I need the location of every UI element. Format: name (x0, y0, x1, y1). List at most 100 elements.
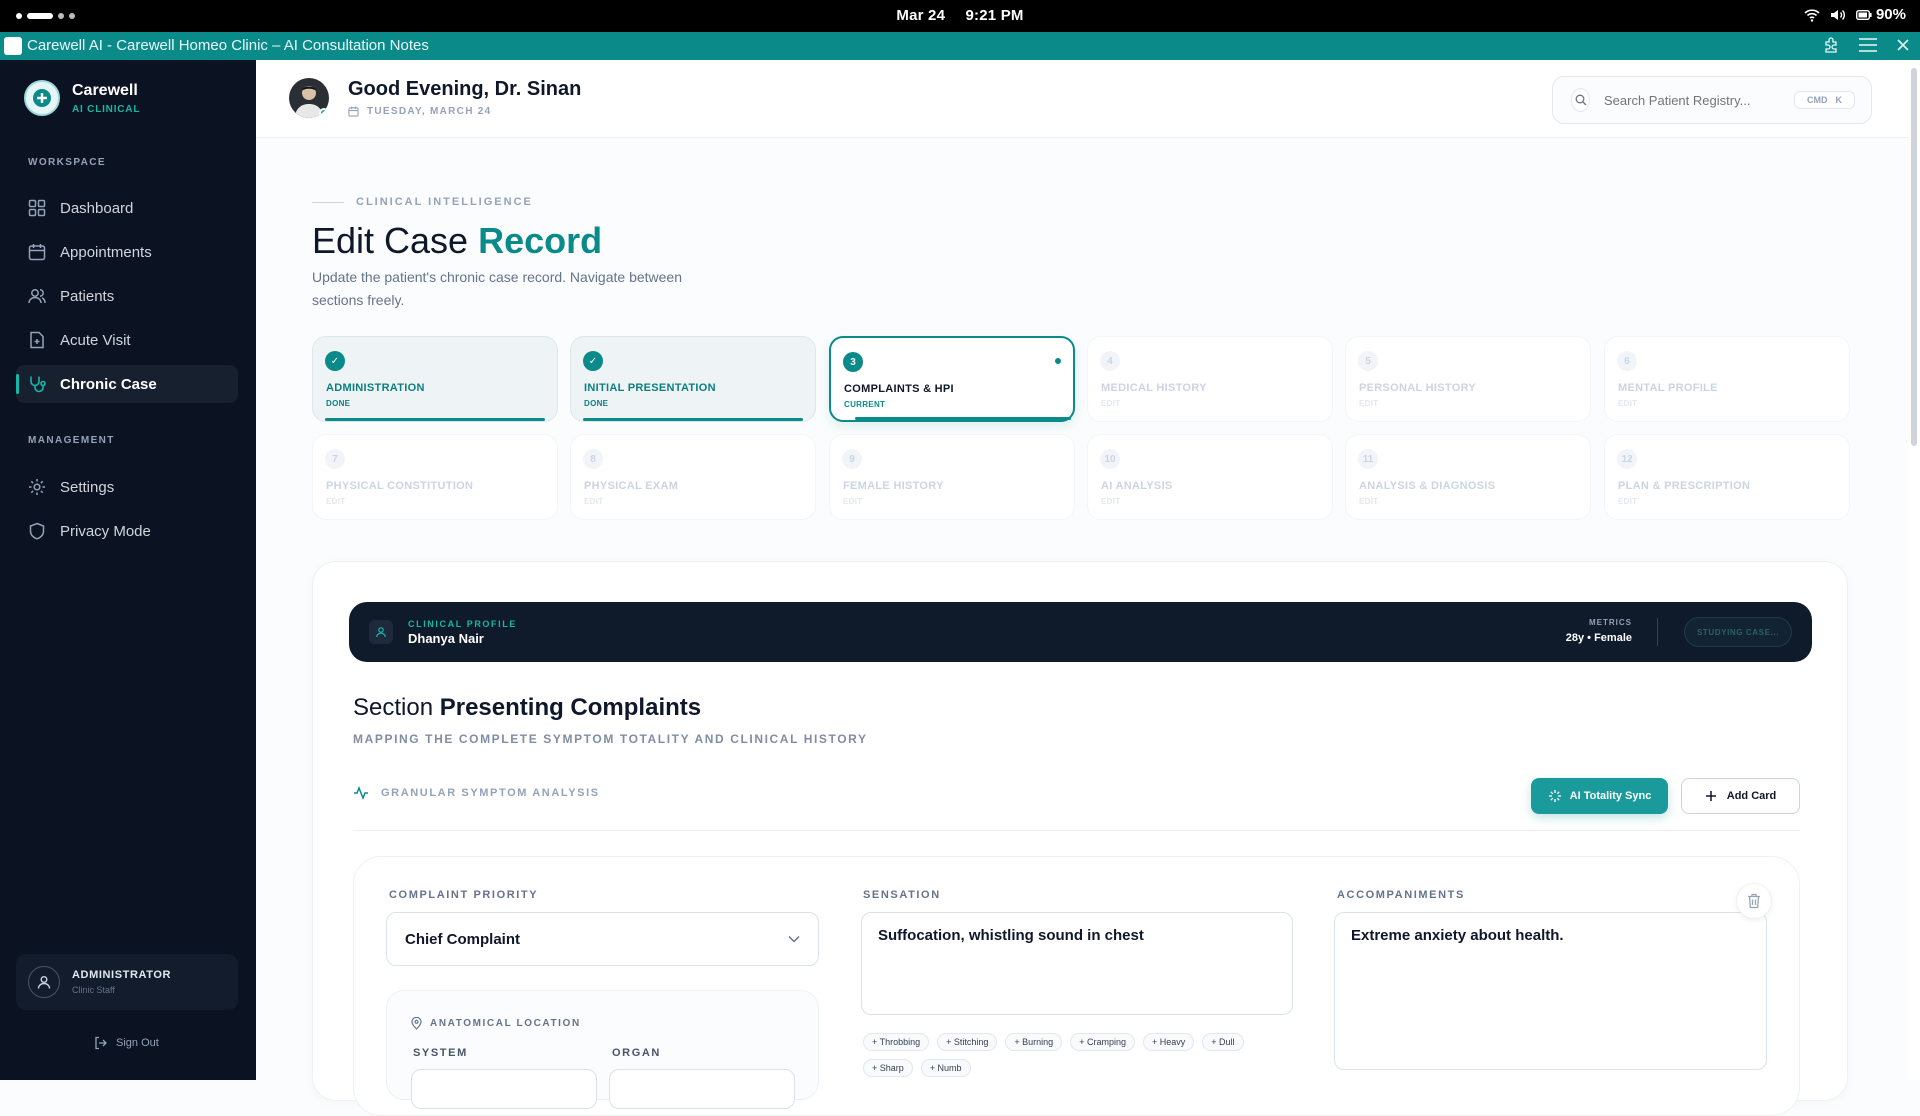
accompaniments-label: ACCOMPANIMENTS (1337, 889, 1465, 901)
step-status: EDIT (326, 497, 346, 506)
step-progress-bar (583, 418, 803, 421)
system-select[interactable] (411, 1069, 597, 1109)
page-eyebrow: CLINICAL INTELLIGENCE (312, 196, 533, 208)
step-status: EDIT (1618, 497, 1638, 506)
system-tray: 90% (1804, 6, 1906, 23)
delete-card-button[interactable] (1736, 883, 1772, 919)
window-title-bar: Carewell AI - Carewell Homeo Clinic – AI… (0, 32, 1920, 60)
wifi-icon[interactable] (1804, 8, 1820, 22)
sensation-textarea[interactable]: Suffocation, whistling sound in chest (861, 912, 1293, 1015)
battery-level: 90% (1875, 6, 1906, 23)
step-personal-history[interactable]: 5 PERSONAL HISTORY EDIT (1345, 336, 1591, 422)
divider (1657, 618, 1658, 646)
step-physical-exam[interactable]: 8 PHYSICAL EXAM EDIT (570, 434, 816, 520)
step-label: MENTAL PROFILE (1618, 382, 1718, 394)
map-pin-icon (411, 1017, 422, 1030)
step-status: EDIT (843, 497, 863, 506)
location-title-text: ANATOMICAL LOCATION (430, 1018, 581, 1029)
step-progress-bar (855, 417, 1071, 420)
granular-analysis-header: GRANULAR SYMPTOM ANALYSIS (353, 786, 600, 800)
sparkles-icon (1548, 789, 1562, 803)
section-subtitle: MAPPING THE COMPLETE SYMPTOM TOTALITY AN… (353, 732, 868, 746)
page-description: Update the patient's chronic case record… (312, 269, 683, 308)
step-plan-prescription[interactable]: 12 PLAN & PRESCRIPTION EDIT (1604, 434, 1850, 520)
volume-icon[interactable] (1830, 8, 1846, 22)
scrollbar-thumb[interactable] (1911, 68, 1917, 446)
step-physical-constitution[interactable]: 7 PHYSICAL CONSTITUTION EDIT (312, 434, 558, 520)
sensation-chip[interactable]: + Numb (920, 1059, 971, 1077)
patient-search[interactable]: CMD K (1552, 76, 1872, 124)
sidebar-item-privacy-mode[interactable]: Privacy Mode (16, 512, 238, 550)
sidebar-item-appointments[interactable]: Appointments (16, 233, 238, 271)
step-medical-history[interactable]: 4 MEDICAL HISTORY EDIT (1087, 336, 1333, 422)
step-administration[interactable]: ✓ ADMINISTRATION DONE (312, 336, 558, 422)
user-role: ADMINISTRATOR (72, 969, 172, 981)
trash-icon (1747, 893, 1761, 909)
sign-out-button[interactable]: Sign Out (94, 1036, 159, 1050)
sensation-chip[interactable]: + Cramping (1070, 1033, 1135, 1051)
complaint-priority-select[interactable]: Chief Complaint (386, 912, 819, 966)
sensation-chip[interactable]: + Burning (1005, 1033, 1063, 1051)
priority-value: Chief Complaint (405, 930, 520, 948)
step-number: 8 (583, 449, 603, 469)
sidebar-item-patients[interactable]: Patients (16, 277, 238, 315)
sensation-chip[interactable]: + Dull (1202, 1033, 1244, 1051)
organ-label: ORGAN (612, 1047, 661, 1059)
step-initial-presentation[interactable]: ✓ INITIAL PRESENTATION DONE (570, 336, 816, 422)
studying-case-button[interactable]: STUDYING CASE... (1684, 617, 1792, 647)
add-card-button[interactable]: Add Card (1681, 778, 1800, 814)
sidebar-item-dashboard[interactable]: Dashboard (16, 189, 238, 227)
sensation-chip[interactable]: + Throbbing (863, 1033, 930, 1051)
close-icon[interactable] (1896, 38, 1910, 52)
ai-totality-sync-button[interactable]: AI Totality Sync (1531, 778, 1668, 814)
file-plus-icon (28, 331, 46, 349)
sidebar-item-label: Settings (60, 478, 115, 496)
page-title-lead: Edit Case (312, 220, 469, 261)
step-number: 5 (1358, 351, 1378, 371)
management-section-label: MANAGEMENT (28, 435, 115, 446)
plus-icon (1705, 790, 1717, 802)
sidebar-item-label: Dashboard (60, 199, 134, 217)
step-ai-analysis[interactable]: 10 AI ANALYSIS EDIT (1087, 434, 1333, 520)
step-female-history[interactable]: 9 FEMALE HISTORY EDIT (829, 434, 1075, 520)
sensation-chip[interactable]: + Stitching (937, 1033, 998, 1051)
step-status: EDIT (1359, 497, 1379, 506)
online-status-indicator (319, 108, 329, 118)
clock: Mar 24 9:21 PM (0, 7, 1920, 24)
extensions-icon[interactable] (1822, 36, 1840, 54)
step-mental-profile[interactable]: 6 MENTAL PROFILE EDIT (1604, 336, 1850, 422)
sensation-chip[interactable]: + Heavy (1142, 1033, 1195, 1051)
search-icon (1571, 88, 1590, 112)
brand-name: Carewell (72, 81, 138, 99)
step-label: PHYSICAL CONSTITUTION (326, 480, 474, 492)
step-status: EDIT (1618, 399, 1638, 408)
step-analysis-diagnosis[interactable]: 11 ANALYSIS & DIAGNOSIS EDIT (1345, 434, 1591, 520)
sidebar-item-settings[interactable]: Settings (16, 468, 238, 506)
user-card[interactable]: ADMINISTRATOR Clinic Staff (16, 954, 238, 1010)
step-number: 9 (842, 449, 862, 469)
doctor-avatar[interactable] (289, 78, 329, 118)
users-icon (28, 287, 46, 305)
search-input[interactable] (1604, 92, 1780, 108)
logout-icon (94, 1036, 108, 1050)
sidebar-item-acute-visit[interactable]: Acute Visit (16, 321, 238, 359)
patient-icon (369, 620, 393, 644)
step-label: ANALYSIS & DIAGNOSIS (1359, 480, 1496, 492)
eyebrow-text: CLINICAL INTELLIGENCE (356, 196, 533, 208)
workspace-section-label: WORKSPACE (28, 157, 106, 168)
menu-icon[interactable] (1858, 37, 1878, 53)
sidebar-item-chronic-case[interactable]: Chronic Case (16, 365, 238, 403)
window-title: Carewell AI - Carewell Homeo Clinic – AI… (27, 37, 429, 54)
check-icon: ✓ (583, 351, 603, 371)
step-number: 6 (1617, 351, 1637, 371)
brand[interactable]: Carewell AI CLINICAL (24, 80, 140, 116)
page-scrollbar[interactable] (1908, 60, 1920, 1080)
organ-select[interactable] (609, 1069, 795, 1109)
profile-kicker: CLINICAL PROFILE (408, 619, 517, 629)
step-complaints-hpi[interactable]: 3 COMPLAINTS & HPI CURRENT (829, 336, 1075, 422)
patient-name: Dhanya Nair (408, 631, 484, 646)
step-status: EDIT (1359, 399, 1379, 408)
battery-indicator[interactable]: 90% (1855, 6, 1906, 23)
accompaniments-textarea[interactable]: Extreme anxiety about health. (1334, 912, 1767, 1070)
sensation-chip[interactable]: + Sharp (863, 1059, 913, 1077)
